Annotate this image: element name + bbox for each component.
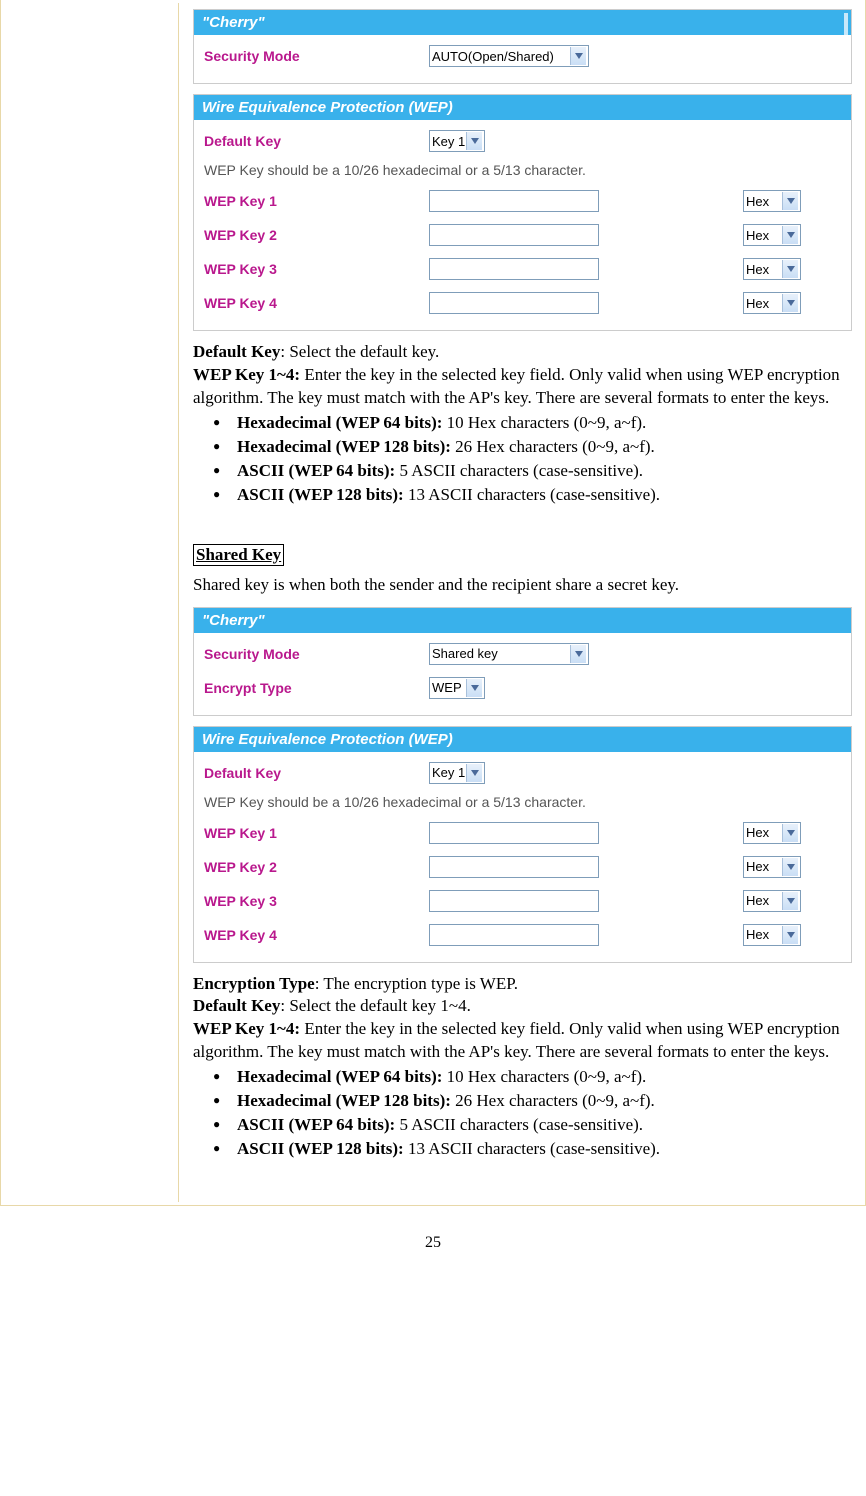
wep-key-label: WEP Key 1 (204, 193, 429, 209)
ssid-panel-2: "Cherry" Security Mode Shared key Encryp… (193, 607, 852, 716)
wep2-key-1-type-select[interactable]: Hex (743, 822, 801, 844)
chevron-down-icon (570, 47, 586, 65)
wep-key-3-input[interactable] (429, 258, 599, 280)
scrollbar-hint (844, 13, 848, 35)
list-item: ASCII (WEP 64 bits): 5 ASCII characters … (219, 1114, 852, 1137)
wep-hint-2: WEP Key should be a 10/26 hexadecimal or… (204, 790, 841, 816)
ssid-header-1: "Cherry" (194, 10, 851, 35)
default-key-label-2: Default Key (204, 765, 429, 781)
list-item: Hexadecimal (WEP 128 bits): 26 Hex chara… (219, 436, 852, 459)
wep-hint: WEP Key should be a 10/26 hexadecimal or… (204, 158, 841, 184)
wep-key-row: WEP Key 4 Hex (204, 286, 841, 320)
bullet-list-2: Hexadecimal (WEP 64 bits): 10 Hex charac… (193, 1066, 852, 1161)
chevron-down-icon (466, 679, 482, 697)
wep-key-row: WEP Key 2 Hex (204, 218, 841, 252)
list-item: Hexadecimal (WEP 64 bits): 10 Hex charac… (219, 1066, 852, 1089)
chevron-down-icon (782, 260, 798, 278)
chevron-down-icon (782, 226, 798, 244)
default-key-select[interactable]: Key 1 (429, 130, 485, 152)
default-key-label: Default Key (204, 133, 429, 149)
chevron-down-icon (782, 824, 798, 842)
wep-key-3-type-select[interactable]: Hex (743, 258, 801, 280)
security-mode-label: Security Mode (204, 48, 429, 64)
encrypt-type-select[interactable]: WEP (429, 677, 485, 699)
default-key-value: Key 1 (432, 134, 465, 149)
wep-key-4-input[interactable] (429, 292, 599, 314)
chevron-down-icon (782, 926, 798, 944)
chevron-down-icon (466, 132, 482, 150)
list-item: Hexadecimal (WEP 128 bits): 26 Hex chara… (219, 1090, 852, 1113)
chevron-down-icon (782, 192, 798, 210)
shared-key-intro: Shared key is when both the sender and t… (193, 574, 852, 597)
encrypt-type-label: Encrypt Type (204, 680, 429, 696)
default-key-select-2[interactable]: Key 1 (429, 762, 485, 784)
doc-text-1: Default Key: Select the default key. WEP… (193, 341, 852, 507)
wep2-key-2-type-select[interactable]: Hex (743, 856, 801, 878)
security-mode-select-2[interactable]: Shared key (429, 643, 589, 665)
shared-key-heading: Shared Key (193, 544, 284, 566)
page-number: 25 (0, 1206, 866, 1258)
security-mode-label-2: Security Mode (204, 646, 429, 662)
bullet-list-1: Hexadecimal (WEP 64 bits): 10 Hex charac… (193, 412, 852, 507)
wep-key-4-type-select[interactable]: Hex (743, 292, 801, 314)
wep2-key-3-input[interactable] (429, 890, 599, 912)
list-item: ASCII (WEP 128 bits): 13 ASCII character… (219, 1138, 852, 1161)
wep2-key-3-type-select[interactable]: Hex (743, 890, 801, 912)
wep-key-label: WEP Key 4 (204, 295, 429, 311)
sidebar-column (4, 3, 179, 1202)
wep-key-2-input[interactable] (429, 224, 599, 246)
security-mode-select[interactable]: AUTO(Open/Shared) (429, 45, 589, 67)
wep2-key-4-type-select[interactable]: Hex (743, 924, 801, 946)
wep2-key-1-input[interactable] (429, 822, 599, 844)
chevron-down-icon (570, 645, 586, 663)
wep-panel-2: Wire Equivalence Protection (WEP) Defaul… (193, 726, 852, 963)
ssid-panel-1: "Cherry" Security Mode AUTO(Open/Shared) (193, 9, 852, 84)
ssid-header-2: "Cherry" (194, 608, 851, 633)
wep2-key-4-input[interactable] (429, 924, 599, 946)
chevron-down-icon (782, 858, 798, 876)
wep-header-1: Wire Equivalence Protection (WEP) (194, 95, 851, 120)
wep-key-row: WEP Key 3 Hex (204, 884, 841, 918)
main-content: "Cherry" Security Mode AUTO(Open/Shared)… (179, 3, 862, 1202)
doc-text-2: Encryption Type: The encryption type is … (193, 973, 852, 1162)
wep-key-1-input[interactable] (429, 190, 599, 212)
wep-key-row: WEP Key 1 Hex (204, 816, 841, 850)
wep-key-label: WEP Key 3 (204, 261, 429, 277)
wep-header-2: Wire Equivalence Protection (WEP) (194, 727, 851, 752)
wep2-key-2-input[interactable] (429, 856, 599, 878)
wep-key-row: WEP Key 3 Hex (204, 252, 841, 286)
list-item: ASCII (WEP 128 bits): 13 ASCII character… (219, 484, 852, 507)
wep-key-row: WEP Key 2 Hex (204, 850, 841, 884)
wep-panel-1: Wire Equivalence Protection (WEP) Defaul… (193, 94, 852, 331)
wep-key-1-type-select[interactable]: Hex (743, 190, 801, 212)
wep-key-label: WEP Key 2 (204, 227, 429, 243)
list-item: ASCII (WEP 64 bits): 5 ASCII characters … (219, 460, 852, 483)
chevron-down-icon (782, 892, 798, 910)
wep-key-row: WEP Key 4 Hex (204, 918, 841, 952)
list-item: Hexadecimal (WEP 64 bits): 10 Hex charac… (219, 412, 852, 435)
chevron-down-icon (466, 764, 482, 782)
chevron-down-icon (782, 294, 798, 312)
wep-key-2-type-select[interactable]: Hex (743, 224, 801, 246)
security-mode-value: AUTO(Open/Shared) (432, 49, 554, 64)
wep-key-row: WEP Key 1 Hex (204, 184, 841, 218)
